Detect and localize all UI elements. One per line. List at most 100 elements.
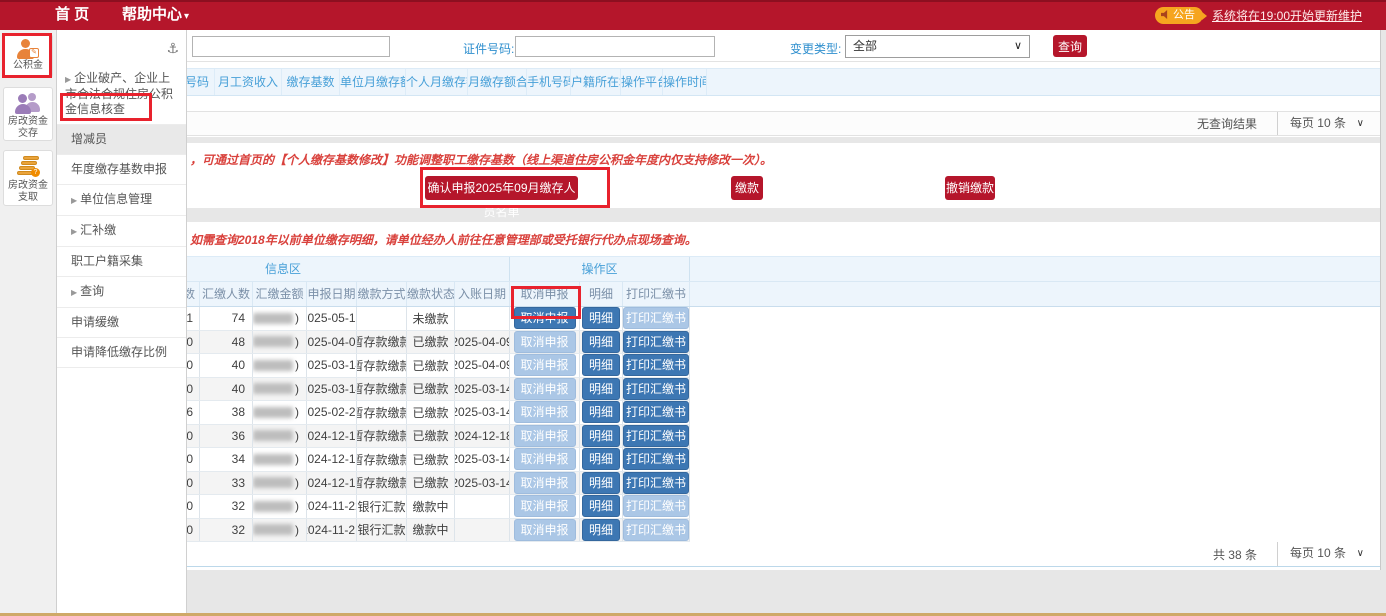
side-menu-list: ▶企业破产、企业上市合法合规住房公积金信息核查 增减员 年度缴存基数申报 ▶单位… — [57, 64, 186, 368]
print-button[interactable]: 打印汇缴书 — [623, 519, 689, 541]
menu-item-compliance-check[interactable]: ▶企业破产、企业上市合法合规住房公积金信息核查 — [57, 64, 186, 125]
cell-pay-status: 已缴款 — [407, 401, 455, 424]
cell-pay-method: 银行汇款 — [357, 519, 407, 542]
coins-icon: ? — [16, 156, 40, 178]
detail-button[interactable]: 明细 — [582, 425, 620, 447]
menu-item-add-remove-employee[interactable]: 增减员 — [57, 125, 186, 155]
rail-item-fund[interactable]: ✎ 公积金 — [3, 34, 53, 78]
anchor-icon[interactable]: ⚓ — [166, 40, 179, 57]
detail-button[interactable]: 明细 — [582, 354, 620, 376]
cancel-declare-button[interactable]: 取消申报 — [514, 401, 576, 423]
menu-item-apply-lower-ratio[interactable]: 申请降低缴存比例 — [57, 338, 186, 368]
cancel-declare-button[interactable]: 取消申报 — [514, 354, 576, 376]
cell-cancel-declare: 取消申报 — [510, 472, 580, 495]
employee-table-header: 证件号码 月工资收入 缴存基数 单位月缴存额 个人月缴存额 月缴存额合计 手机号… — [57, 68, 1380, 96]
no-result-text: 无查询结果 — [1197, 115, 1257, 132]
change-type-select[interactable]: 全部 ∨ — [845, 35, 1030, 58]
cell-pay-status: 已缴款 — [407, 425, 455, 448]
menu-item-hukou-collect[interactable]: 职工户籍采集 — [57, 247, 186, 277]
nav-help-center[interactable]: 帮助中心▾ — [122, 0, 189, 30]
cell-remit-people: 38 — [200, 401, 253, 424]
cell-remit-amount: ) — [253, 331, 307, 354]
amount-suffix: ) — [295, 452, 299, 466]
name-input[interactable] — [192, 36, 390, 57]
cancel-declare-button[interactable]: 取消申报 — [514, 307, 576, 329]
cell-pay-method: 暂存款缴款 — [357, 472, 407, 495]
confirm-declare-button[interactable]: 确认申报2025年09月缴存人员名单 — [425, 176, 578, 200]
arrow-right-icon: ▶ — [71, 196, 77, 205]
print-button[interactable]: 打印汇缴书 — [623, 425, 689, 447]
amount-suffix: ) — [295, 429, 299, 443]
left-icon-rail: ✎ 公积金 房改资金交存 ? 房改资金支取 — [0, 30, 57, 616]
pay-button[interactable]: 缴款 — [731, 176, 763, 200]
cancel-declare-button[interactable]: 取消申报 — [514, 448, 576, 470]
total-count-text: 共 38 条 — [1213, 546, 1257, 563]
arrow-right-icon: ▶ — [71, 227, 77, 236]
chevron-down-icon: ∨ — [1014, 36, 1022, 57]
detail-button[interactable]: 明细 — [582, 519, 620, 541]
cell-entry-date: 2025-04-09 — [455, 354, 510, 377]
rail-withdraw-label: 房改资金支取 — [4, 180, 52, 204]
cell-entry-date: 2024-12-18 — [455, 425, 510, 448]
change-type-value: 全部 — [853, 39, 877, 53]
people-icon — [15, 93, 41, 114]
cell-detail: 明细 — [580, 425, 623, 448]
page-size-select[interactable]: 每页 10 条∨ — [1277, 112, 1372, 135]
detail-button[interactable]: 明细 — [582, 448, 620, 470]
cell-entry-date — [455, 495, 510, 518]
cell-declare-date: 2024-12-12 — [307, 472, 357, 495]
col-monthly-salary: 月工资收入 — [215, 69, 282, 95]
content-right-edge — [1380, 30, 1381, 570]
print-button[interactable]: 打印汇缴书 — [623, 472, 689, 494]
cancel-declare-button[interactable]: 取消申报 — [514, 378, 576, 400]
cert-number-input[interactable] — [515, 36, 715, 57]
nav-home[interactable]: 首 页 — [55, 0, 89, 30]
menu-item-apply-defer[interactable]: 申请缓缴 — [57, 308, 186, 338]
detail-button[interactable]: 明细 — [582, 472, 620, 494]
print-button[interactable]: 打印汇缴书 — [623, 401, 689, 423]
cell-print-voucher: 打印汇缴书 — [623, 331, 690, 354]
arrow-right-icon: ▶ — [71, 288, 77, 297]
detail-button[interactable]: 明细 — [582, 495, 620, 517]
detail-button[interactable]: 明细 — [582, 331, 620, 353]
cancel-declare-button[interactable]: 取消申报 — [514, 472, 576, 494]
amount-suffix: ) — [295, 476, 299, 490]
cell-declare-date: 2025-03-14 — [307, 354, 357, 377]
base-adjust-notice: ，可通过首页的【个人缴存基数修改】功能调整职工缴存基数（线上渠道住房公积金年度内… — [190, 151, 772, 168]
col-phone: 手机号码 — [527, 69, 571, 95]
announcement-link[interactable]: 系统将在19:00开始更新维护 — [1212, 8, 1362, 24]
redacted-amount — [253, 313, 293, 324]
cancel-declare-button[interactable]: 取消申报 — [514, 495, 576, 517]
cancel-payment-button[interactable]: 撤销缴款 — [945, 176, 995, 200]
menu-item-query[interactable]: ▶查询 — [57, 277, 186, 308]
print-button[interactable]: 打印汇缴书 — [623, 331, 689, 353]
rail-item-withdraw[interactable]: ? 房改资金支取 — [3, 150, 53, 206]
print-button[interactable]: 打印汇缴书 — [623, 495, 689, 517]
chevron-down-icon: ▾ — [184, 11, 189, 22]
menu-item-unit-info[interactable]: ▶单位信息管理 — [57, 185, 186, 216]
print-button[interactable]: 打印汇缴书 — [623, 378, 689, 400]
cell-pay-method: 银行汇款 — [357, 495, 407, 518]
page-size-select[interactable]: 每页 10 条∨ — [1277, 542, 1372, 566]
redacted-amount — [253, 454, 293, 465]
cancel-declare-button[interactable]: 取消申报 — [514, 425, 576, 447]
col-pay-method: 缴款方式 — [357, 282, 407, 306]
print-button[interactable]: 打印汇缴书 — [623, 307, 689, 329]
cancel-declare-button[interactable]: 取消申报 — [514, 519, 576, 541]
query-button[interactable]: 查询 — [1053, 35, 1087, 57]
print-button[interactable]: 打印汇缴书 — [623, 448, 689, 470]
detail-button[interactable]: 明细 — [582, 378, 620, 400]
cell-remit-amount: ) — [253, 401, 307, 424]
cancel-declare-button[interactable]: 取消申报 — [514, 331, 576, 353]
detail-button[interactable]: 明细 — [582, 307, 620, 329]
print-button[interactable]: 打印汇缴书 — [623, 354, 689, 376]
history-query-notice: 如需查询2018年以前单位缴存明细，请单位经办人前往任意管理部或受托银行代办点现… — [190, 231, 697, 248]
cell-pay-method: 暂存款缴款 — [357, 425, 407, 448]
cell-print-voucher: 打印汇缴书 — [623, 472, 690, 495]
cell-pay-method — [357, 307, 407, 330]
menu-item-remit-repay[interactable]: ▶汇补缴 — [57, 216, 186, 247]
rail-item-deposit[interactable]: 房改资金交存 — [3, 87, 53, 141]
menu-item-annual-base-declare[interactable]: 年度缴存基数申报 — [57, 155, 186, 185]
detail-button[interactable]: 明细 — [582, 401, 620, 423]
filter-bar: 证件号码: 变更类型: 全部∨ 查询 — [0, 30, 1380, 62]
